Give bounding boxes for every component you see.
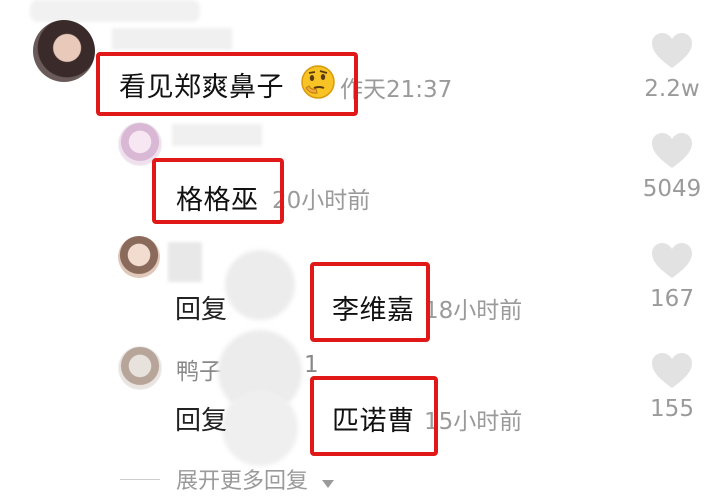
heart-icon [652,243,692,278]
expand-more-label: 展开更多回复 [176,469,309,494]
heart-icon [652,33,692,68]
highlight-box [310,376,438,456]
like-button[interactable]: 5049 [632,132,712,202]
highlight-box [152,158,284,224]
highlight-box [96,52,358,116]
reply-prefix: 回复 [175,295,228,325]
blurred-username [112,28,232,50]
comment-time: 15小时前 [424,409,523,435]
caret-down-icon [321,470,335,495]
comment-time: 20小时前 [272,188,371,214]
blurred-username [168,242,202,282]
like-count: 167 [650,286,694,312]
blurred-username-top [30,0,200,22]
blurred-username [225,250,295,320]
like-button[interactable]: 155 [632,352,712,422]
avatar[interactable] [33,20,95,82]
avatar[interactable] [118,346,162,390]
reply-prefix: 回复 [175,406,228,436]
comment-time: 18小时前 [424,298,523,324]
username[interactable]: 鸭子 [176,352,222,386]
username-suffix: 1 [304,352,319,378]
highlight-box [310,262,430,342]
blurred-username [172,124,262,146]
like-count: 2.2w [644,76,700,102]
blurred-username [222,390,298,466]
heart-icon [652,353,692,388]
avatar[interactable] [118,236,160,278]
like-button[interactable]: 2.2w [632,32,712,102]
like-count: 155 [650,396,694,422]
like-button[interactable]: 167 [632,242,712,312]
divider [120,479,160,480]
heart-icon [652,133,692,168]
expand-more-replies-button[interactable]: 展开更多回复 [176,463,335,495]
like-count: 5049 [642,176,702,202]
